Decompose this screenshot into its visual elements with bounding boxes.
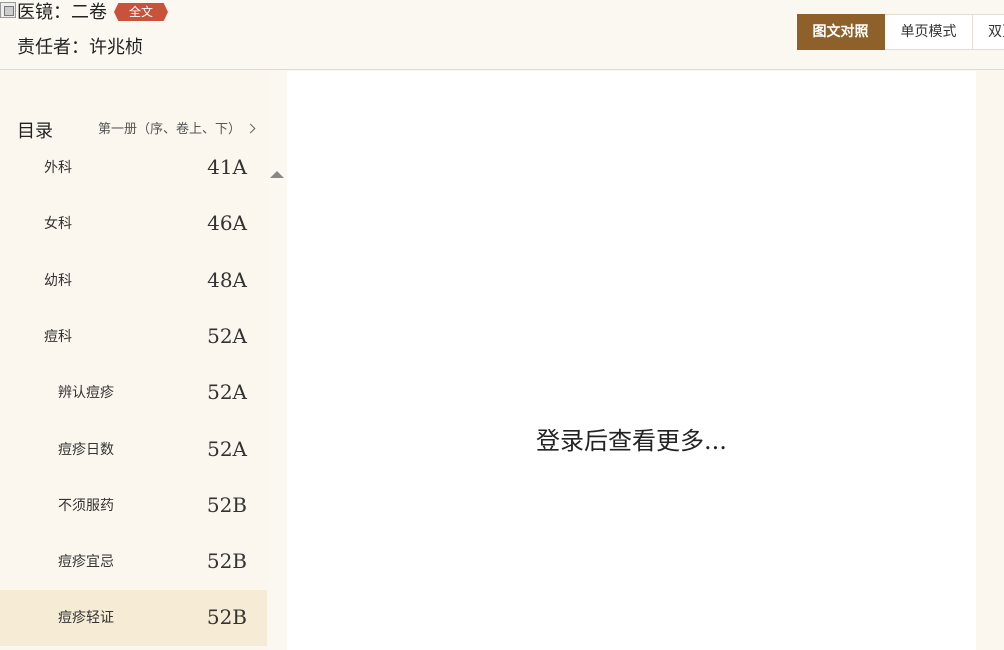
mode-single-page-button[interactable]: 单页模式 (885, 14, 973, 50)
toc-item-title: 痘疹宜忌 (58, 554, 114, 571)
toc-item-title: 痘疹轻证 (58, 610, 114, 627)
toc-item-page: 48A (207, 267, 247, 292)
toc-item-title: 痘科 (44, 328, 72, 345)
view-mode-switch: 图文对照 单页模式 双页模式 (797, 14, 1004, 50)
book-title: 医镜：二卷 (17, 2, 107, 23)
toc-label: 目录 (17, 121, 53, 142)
toc-item-page: 52A (207, 380, 247, 405)
toc-header: 目录 第一册（序、卷上、下） (0, 109, 267, 153)
toc-item[interactable]: 不须服药 52B (0, 478, 267, 534)
toc-item[interactable]: 痘疹宜忌 52B (0, 534, 267, 590)
toc-item-title: 痘疹日数 (58, 441, 114, 458)
toc-item-page: 46A (207, 211, 247, 236)
mode-image-text-button[interactable]: 图文对照 (797, 14, 885, 50)
toc-item-title: 辨认痘疹 (58, 385, 114, 402)
toc-item-page: 52A (207, 323, 247, 348)
toc-item-page: 52B (206, 549, 247, 574)
toc-item-page: 52B (206, 605, 247, 630)
toc-sidebar: 目录 第一册（序、卷上、下） 外科 41A 女科 46A 幼科 48A 痘科 52A 辨认痘疹 5… (0, 71, 267, 650)
toc-item[interactable]: 痘科 52A (0, 309, 267, 365)
book-author: 责任者：许兆桢 (17, 37, 143, 58)
scroll-up-arrow-icon[interactable] (270, 171, 284, 178)
toc-item[interactable]: 女科 46A (0, 196, 267, 252)
toc-list[interactable]: 外科 41A 女科 46A 幼科 48A 痘科 52A 辨认痘疹 52A 痘疹日数 52A 不须服药 52… (0, 153, 267, 650)
header-bar: 医镜：二卷 全文 责任者：许兆桢 图文对照 单页模式 双页模式 (0, 0, 1004, 70)
volume-selector-label: 第一册（序、卷上、下） (98, 122, 242, 137)
broken-image-icon (0, 2, 16, 18)
toc-item-page: 52B (206, 492, 247, 517)
toc-item-title: 外科 (44, 160, 72, 176)
mode-double-page-button[interactable]: 双页模式 (973, 14, 1004, 50)
toc-item-page: 52A (207, 436, 247, 461)
content-panel: 登录后查看更多... (287, 71, 976, 650)
toc-item-title: 女科 (44, 216, 72, 233)
chevron-right-icon (245, 123, 256, 134)
volume-selector[interactable]: 第一册（序、卷上、下） (98, 120, 256, 140)
toc-item[interactable]: 外科 41A (0, 153, 267, 196)
toc-item[interactable]: 幼科 48A (0, 253, 267, 309)
right-side-panel (976, 71, 1004, 650)
fulltext-badge: 全文 (114, 3, 168, 21)
toc-item-title: 不须服药 (58, 497, 114, 514)
toc-item-title: 幼科 (44, 272, 72, 289)
toc-item-page: 41A (207, 155, 247, 179)
toc-item[interactable]: 痘疹轻证 52B (0, 590, 267, 647)
toc-item[interactable]: 辨认痘疹 52A (0, 365, 267, 421)
login-prompt[interactable]: 登录后查看更多... (287, 426, 976, 456)
toc-item[interactable]: 痘疹日数 52A (0, 422, 267, 478)
